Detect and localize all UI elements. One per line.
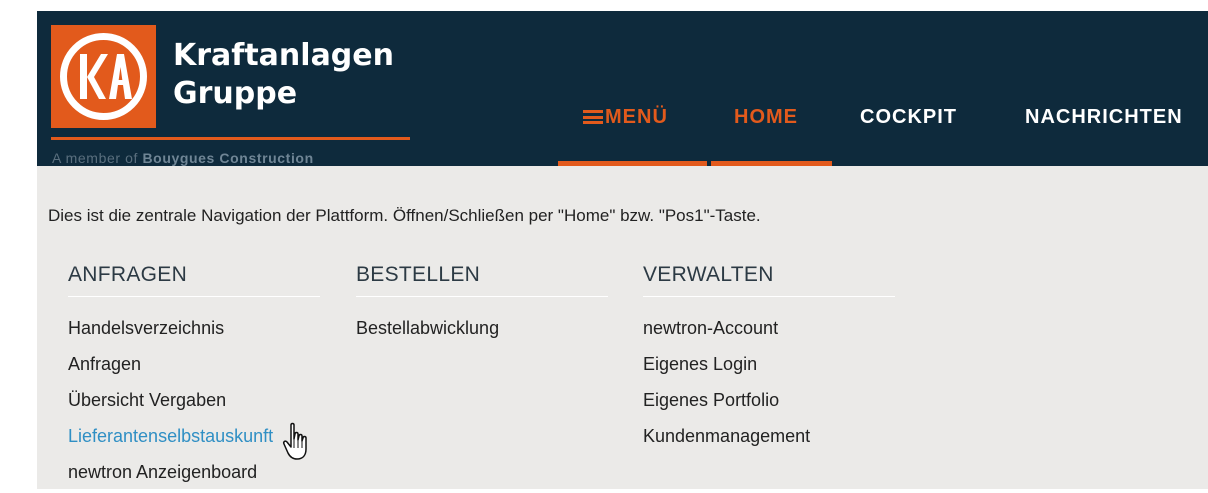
column-divider (643, 296, 895, 297)
link-anfragen[interactable]: Anfragen (68, 346, 320, 382)
column-verwalten: VERWALTEN newtron-Account Eigenes Login … (643, 261, 895, 454)
tagline-prefix: A member of (52, 150, 143, 166)
column-bestellen: BESTELLEN Bestellabwicklung (356, 261, 608, 346)
column-title: ANFRAGEN (68, 263, 188, 286)
link-handelsverzeichnis[interactable]: Handelsverzeichnis (68, 310, 320, 346)
navigation-panel: Dies ist die zentrale Navigation der Pla… (37, 166, 1208, 489)
column-divider (68, 296, 320, 297)
hand-cursor-icon (283, 422, 307, 460)
ka-logo-icon (60, 33, 147, 120)
tagline: A member of Bouygues Construction (52, 150, 314, 166)
nav-menu-label: MENÜ (605, 106, 668, 128)
brand-line2: Gruppe (173, 76, 298, 111)
nav-home[interactable]: HOME (734, 102, 798, 132)
nav-nachrichten[interactable]: NACHRICHTEN (1025, 102, 1183, 132)
brand-name: Kraftanlagen Gruppe (173, 37, 394, 113)
nav-cockpit[interactable]: COCKPIT (860, 102, 957, 132)
link-eigenes-login[interactable]: Eigenes Login (643, 346, 895, 382)
nav-nachrichten-label: NACHRICHTEN (1025, 106, 1183, 128)
tagline-company: Bouygues Construction (142, 150, 314, 166)
brand-divider (51, 137, 410, 140)
link-uebersicht-vergaben[interactable]: Übersicht Vergaben (68, 382, 320, 418)
link-kundenmanagement[interactable]: Kundenmanagement (643, 418, 895, 454)
link-eigenes-portfolio[interactable]: Eigenes Portfolio (643, 382, 895, 418)
site-header: Kraftanlagen Gruppe A member of Bouygues… (37, 11, 1208, 166)
link-bestellabwicklung[interactable]: Bestellabwicklung (356, 310, 608, 346)
intro-text: Dies ist die zentrale Navigation der Pla… (48, 206, 761, 225)
nav-cockpit-label: COCKPIT (860, 106, 957, 128)
hamburger-icon (583, 110, 603, 124)
nav-home-label: HOME (734, 106, 798, 128)
column-title: BESTELLEN (356, 263, 481, 286)
link-newtron-account[interactable]: newtron-Account (643, 310, 895, 346)
column-title: VERWALTEN (643, 263, 774, 286)
kraftanlagen-logo[interactable] (51, 25, 156, 128)
brand-line1: Kraftanlagen (173, 38, 394, 73)
nav-menu[interactable]: MENÜ (583, 102, 668, 132)
column-divider (356, 296, 608, 297)
